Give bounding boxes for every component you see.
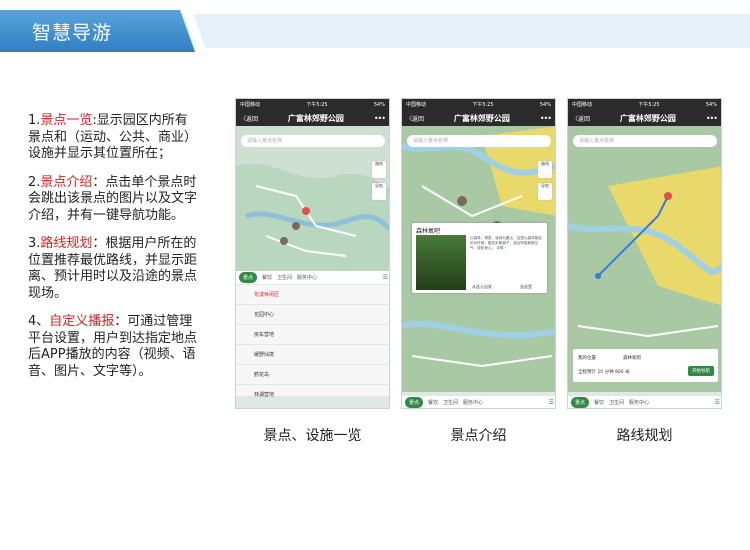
back-button[interactable]: 〈返回 [572, 114, 590, 123]
category-tab-restroom[interactable]: 卫生间 [443, 399, 458, 406]
nav-bar: 〈返回 广富林郊野公园 ••• [402, 110, 555, 126]
category-bar: 景点 餐饮 卫生间 服务中心 ☰ [568, 396, 721, 408]
caption-intro: 景点介绍 [450, 428, 507, 444]
search-input[interactable]: 请输入景点名称 [573, 135, 717, 147]
search-input[interactable]: 请输入景点名称 [241, 135, 385, 147]
attraction-list: 花漾休闲区 花园中心 房车营地 缓野仙境 鹤花岛 林湖营地 [236, 285, 389, 405]
route-summary: 全程预计 10 分钟 800 米 [578, 370, 630, 375]
navigate-button[interactable]: 导航 [372, 183, 386, 200]
attraction-name: 森林氧吧 [416, 228, 441, 235]
app-title: 广富林郊野公园 [453, 113, 510, 123]
route-button[interactable]: 路线 [538, 161, 552, 178]
category-tab-restroom[interactable]: 卫生间 [277, 274, 292, 281]
attraction-photo [416, 235, 466, 290]
start-here-button[interactable]: 从这儿出发 [472, 284, 492, 290]
category-tab-attractions[interactable]: 景点 [571, 397, 590, 408]
caption-overview: 景点、设施一览 [263, 428, 362, 444]
start-navigation-button[interactable]: 开始导航 [688, 366, 714, 376]
go-here-button[interactable]: 去这里 [520, 284, 532, 290]
category-tab-dining[interactable]: 餐饮 [262, 274, 272, 281]
list-item[interactable]: 鹤花岛 [236, 365, 389, 385]
list-menu-icon[interactable]: ☰ [549, 399, 554, 406]
category-tab-attractions[interactable]: 景点 [239, 272, 258, 283]
category-tab-attractions[interactable]: 景点 [405, 397, 424, 408]
status-bar: 中国移动 下午5:25 54% [402, 99, 555, 110]
list-item[interactable]: 缓野仙境 [236, 345, 389, 365]
search-input[interactable]: 请输入景点名称 [407, 135, 551, 147]
feature-2-title: 景点介绍 [40, 174, 93, 190]
attraction-card[interactable]: 森林氧吧 以森林、清泉、溪润为要点，这里以森林蔓延的为环境，散发负氧离子，适合呼… [412, 223, 547, 293]
category-tab-service[interactable]: 服务中心 [297, 274, 317, 281]
more-icon[interactable]: ••• [374, 114, 386, 123]
feature-description: 1.景点一览:显示园区内所有景点和（运动、公共、商业）设施并显示其位置所在； 2… [28, 113, 198, 392]
park-map[interactable] [236, 126, 389, 271]
header-banner: 智慧导游 [0, 10, 750, 52]
more-icon[interactable]: ••• [706, 114, 718, 123]
my-location: 我的位置 [578, 356, 596, 361]
category-tab-service[interactable]: 服务中心 [629, 399, 649, 406]
list-item[interactable]: 花园中心 [236, 305, 389, 325]
feature-4-title: 自定义播报 [49, 314, 115, 329]
route-destination: 森林氧吧 [623, 356, 641, 361]
caption-route: 路线规划 [616, 428, 673, 444]
feature-2: 2.景点介绍：点击单个景点时会跳出该景点的图片以及文字介绍，并有一键导航功能。 [28, 174, 198, 223]
feature-4: 4、自定义播报：可通过管理平台设置，用户到达指定地点后APP播放的内容（视频、语… [28, 314, 198, 379]
app-title: 广富林郊野公园 [619, 113, 676, 123]
back-button[interactable]: 〈返回 [240, 114, 258, 123]
category-bar: 景点 餐饮 卫生间 服务中心 ☰ [236, 271, 389, 284]
feature-3: 3.路线规划：根据用户所在的位置推荐最优路线，并显示距离、预计用时以及沿途的景点… [28, 236, 198, 301]
route-button[interactable]: 路线 [372, 161, 386, 178]
status-bar: 中国移动 下午5:25 54% [236, 99, 389, 110]
phone-screenshot-intro: 中国移动 下午5:25 54% 〈返回 广富林郊野公园 ••• 请输入景点名称 … [401, 98, 556, 409]
list-item[interactable]: 林湖营地 [236, 385, 389, 405]
app-title: 广富林郊野公园 [287, 113, 344, 123]
category-tab-restroom[interactable]: 卫生间 [609, 399, 624, 406]
page-title: 智慧导游 [32, 22, 113, 44]
detail-link[interactable]: 详情 › [496, 246, 506, 250]
feature-1: 1.景点一览:显示园区内所有景点和（运动、公共、商业）设施并显示其位置所在； [28, 113, 198, 161]
status-bar: 中国移动 下午5:25 54% [568, 99, 721, 110]
list-menu-icon[interactable]: ☰ [715, 399, 720, 406]
category-tab-dining[interactable]: 餐饮 [428, 399, 438, 406]
back-button[interactable]: 〈返回 [406, 114, 424, 123]
route-panel: 我的位置 森林氧吧 全程预计 10 分钟 800 米 开始导航 [573, 349, 718, 382]
list-item[interactable]: 房车营地 [236, 325, 389, 345]
category-bar: 景点 餐饮 卫生间 服务中心 ☰ [402, 396, 555, 408]
more-icon[interactable]: ••• [540, 114, 552, 123]
nav-bar: 〈返回 广富林郊野公园 ••• [236, 110, 389, 126]
category-tab-dining[interactable]: 餐饮 [594, 399, 604, 406]
feature-3-title: 路线规划 [40, 236, 93, 251]
phone-screenshot-route: 中国移动 下午5:25 54% 〈返回 广富林郊野公园 ••• 请输入景点名称 … [567, 98, 722, 409]
list-menu-icon[interactable]: ☰ [383, 274, 388, 281]
feature-1-title: 景点一览 [40, 113, 93, 128]
navigate-button[interactable]: 导航 [538, 183, 552, 200]
category-tab-service[interactable]: 服务中心 [463, 399, 483, 406]
list-item[interactable]: 花漾休闲区 [236, 285, 389, 305]
nav-bar: 〈返回 广富林郊野公园 ••• [568, 110, 721, 126]
phone-screenshot-overview: 中国移动 下午5:25 54% 〈返回 广富林郊野公园 ••• 请输入景点名称 … [235, 98, 390, 409]
attraction-text: 以森林、清泉、溪润为要点，这里以森林蔓延的为环境，散发负氧离子，适合呼吸新鲜空气… [470, 236, 542, 250]
